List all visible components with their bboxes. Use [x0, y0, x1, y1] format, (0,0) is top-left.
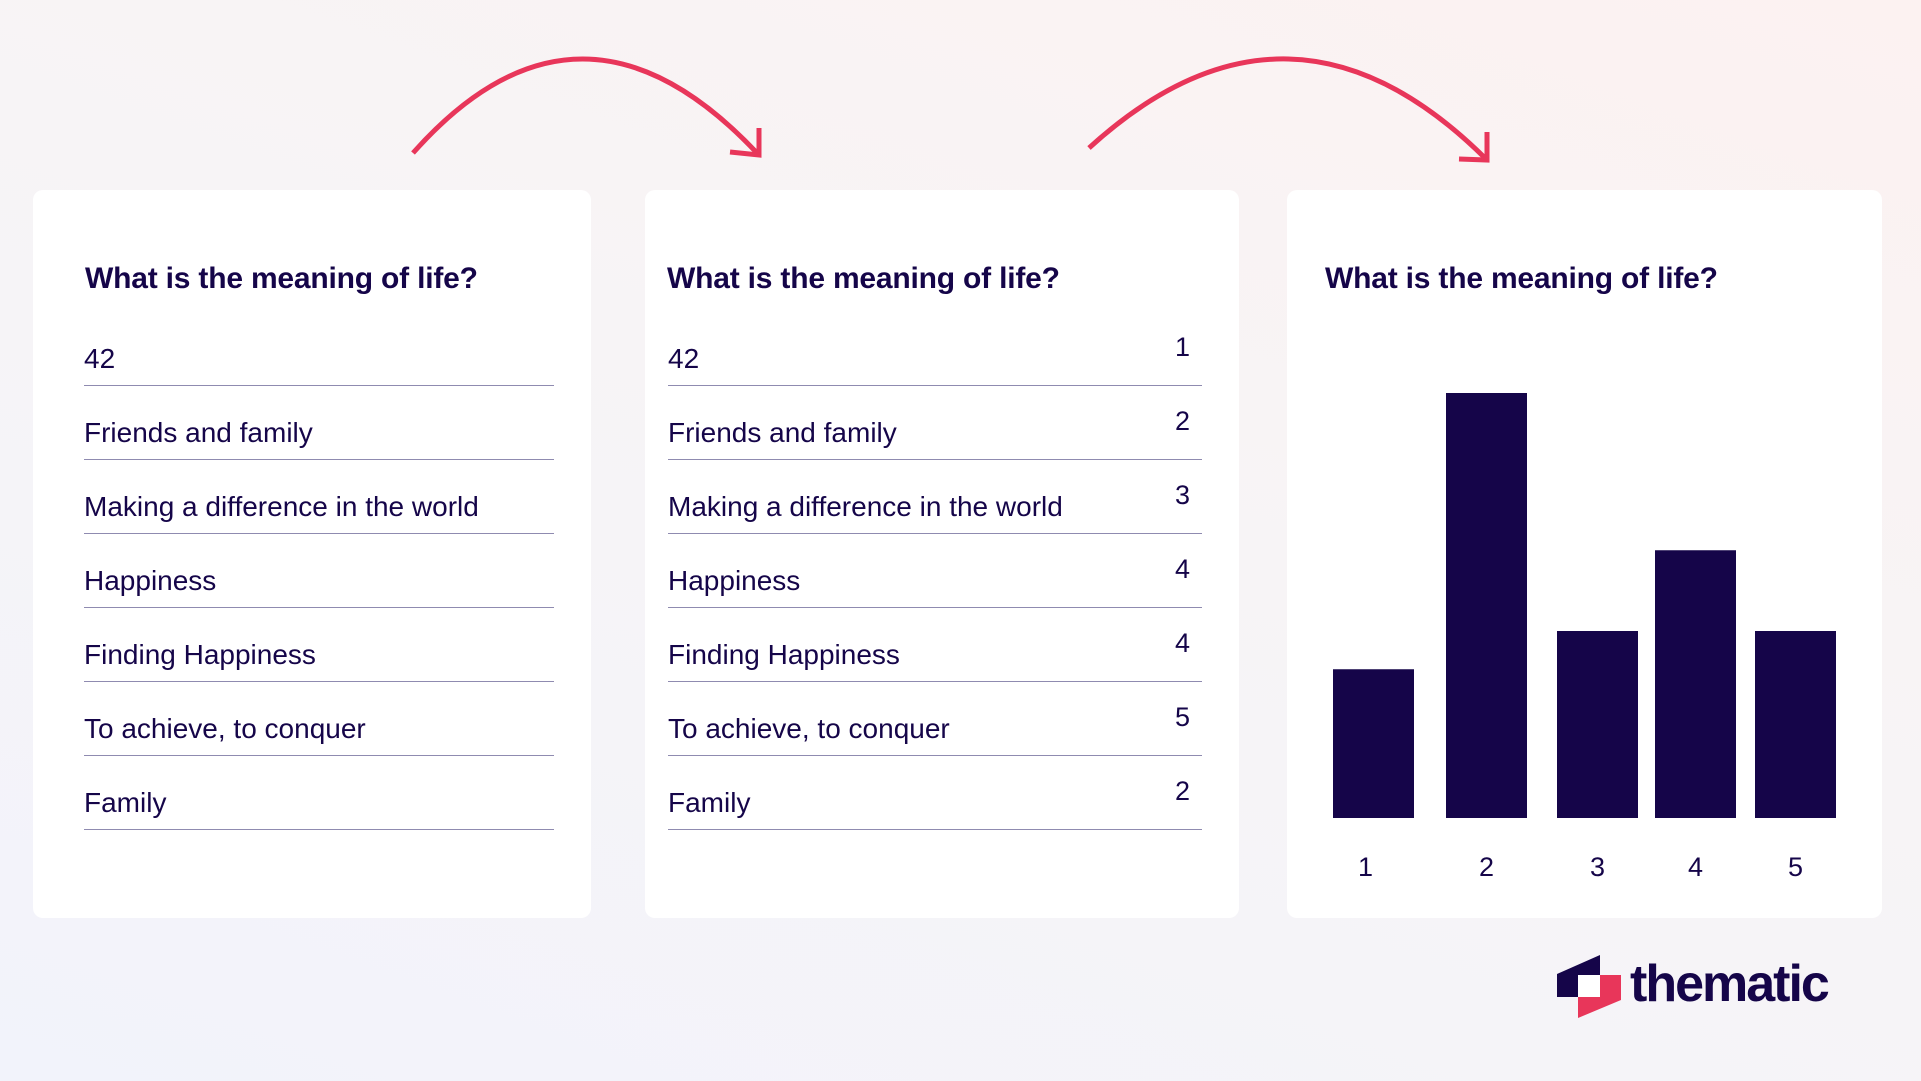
bar-3: [1557, 631, 1638, 818]
coded-response-list: 42 1 Friends and family 2 Making a differe…: [668, 312, 1202, 830]
response-code: 4: [1174, 628, 1190, 658]
list-item: Friends and family: [84, 386, 554, 460]
response-text: Family: [668, 787, 751, 818]
response-text: Happiness: [84, 565, 217, 596]
coded-responses-card: What is the meaning of life? 42 1 Friends…: [645, 190, 1239, 918]
list-item: Making a difference in the world: [84, 460, 554, 534]
response-code: 4: [1174, 554, 1190, 584]
x-tick-label: 2: [1479, 852, 1494, 882]
raw-responses-card: What is the meaning of life? 42 Friends …: [33, 190, 591, 918]
response-text: Finding Happiness: [84, 639, 316, 670]
bar-5: [1755, 631, 1836, 818]
bar-2: [1446, 393, 1527, 818]
response-text: Family: [84, 787, 167, 818]
logo-wordmark: thematic: [1630, 955, 1830, 1013]
list-item: 42: [84, 312, 554, 386]
response-code: 2: [1174, 406, 1190, 436]
response-text: 42: [668, 343, 700, 374]
list-item: Finding Happiness 4: [668, 608, 1202, 682]
x-tick-label: 1: [1358, 852, 1373, 882]
response-text: Happiness: [668, 565, 801, 596]
response-list: 42 Friends and family Making a differenc…: [84, 312, 554, 830]
response-text: Finding Happiness: [668, 639, 900, 670]
response-text: Friends and family: [84, 417, 313, 448]
response-code: 3: [1174, 480, 1190, 510]
bar-chart: 1 2 3 4 5: [1333, 393, 1836, 882]
response-code: 2: [1174, 776, 1190, 806]
list-item: Family: [84, 756, 554, 830]
list-item: 42 1: [668, 312, 1202, 386]
response-text: To achieve, to conquer: [668, 713, 950, 744]
x-tick-label: 5: [1788, 852, 1803, 882]
list-item: Finding Happiness: [84, 608, 554, 682]
response-text: Friends and family: [668, 417, 897, 448]
bar-1: [1333, 669, 1414, 818]
response-text: To achieve, to conquer: [84, 713, 366, 744]
arrows-layer: [411, 56, 1490, 163]
x-tick-label: 4: [1688, 852, 1703, 882]
list-item: Friends and family 2: [668, 386, 1202, 460]
response-code: 1: [1174, 332, 1190, 362]
thematic-logo-icon: [1557, 955, 1621, 1018]
curved-arrow-icon: [411, 56, 762, 158]
list-item: Happiness: [84, 534, 554, 608]
response-text: 42: [84, 343, 116, 374]
list-item: Family 2: [668, 756, 1202, 830]
curved-arrow-icon: [1087, 56, 1490, 163]
list-item: To achieve, to conquer: [84, 682, 554, 756]
card-title: What is the meaning of life?: [667, 262, 1060, 295]
list-item: Happiness 4: [668, 534, 1202, 608]
bar-chart-card: What is the meaning of life? 12345: [1287, 190, 1882, 918]
response-text: Making a difference in the world: [668, 491, 1063, 522]
bar-4: [1655, 550, 1736, 818]
card-title: What is the meaning of life?: [85, 262, 478, 295]
thematic-logo: thematic: [1555, 952, 1855, 1022]
x-tick-label: 3: [1590, 852, 1605, 882]
list-item: To achieve, to conquer 5: [668, 682, 1202, 756]
response-code: 5: [1174, 702, 1190, 732]
list-item: Making a difference in the world 3: [668, 460, 1202, 534]
response-text: Making a difference in the world: [84, 491, 479, 522]
